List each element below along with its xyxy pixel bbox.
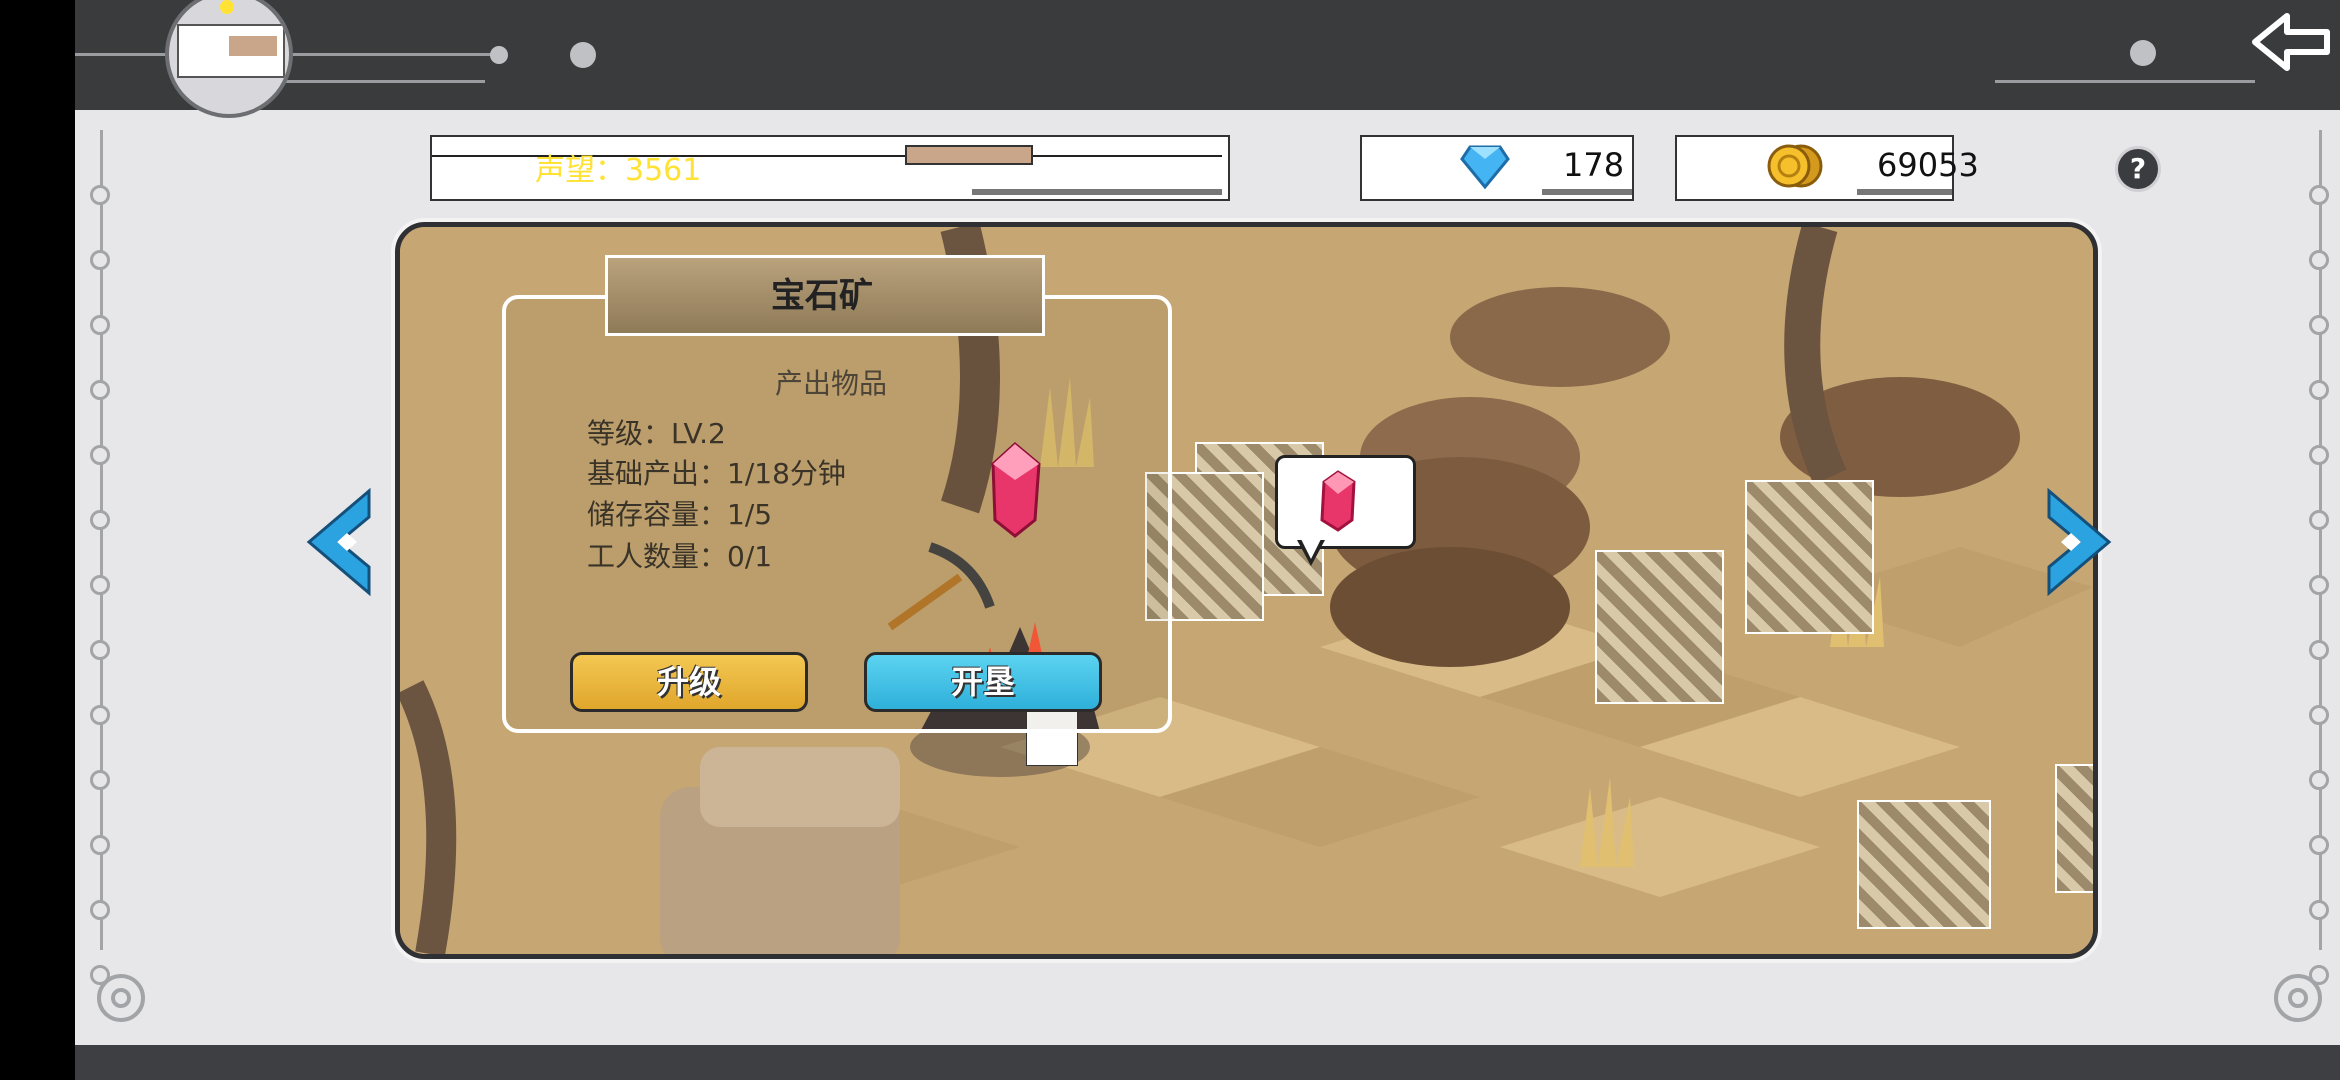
decor-dot: [570, 42, 596, 68]
base-output-text: 基础产出：1/18分钟: [587, 457, 846, 490]
game-screen: 声望：3561 178 69053 ? 宝石矿 产出物品 等级：LV.2 基础产…: [75, 0, 2340, 1080]
rail-circle: [2309, 250, 2329, 270]
ruby-icon: [991, 442, 1041, 538]
diamond-icon: [1460, 145, 1510, 189]
rail-circle: [90, 705, 110, 725]
glitch-line: [1542, 189, 1632, 195]
glitch-line: [972, 189, 1222, 195]
cultivate-button[interactable]: 开垦: [864, 652, 1102, 712]
gold-coin-icon: [1767, 144, 1823, 188]
notification-dot: [220, 0, 234, 14]
bubble-tail: [1300, 537, 1322, 559]
produce-bubble[interactable]: [1275, 455, 1416, 549]
right-arrow-icon[interactable]: [2045, 487, 2115, 597]
rail-circle: [90, 640, 110, 660]
player-avatar[interactable]: [165, 0, 293, 118]
rail-circle: [2309, 380, 2329, 400]
rail-circle: [2309, 575, 2329, 595]
glitch-pattern: [2055, 764, 2093, 893]
rail-circle: [90, 380, 110, 400]
decor-dot: [490, 46, 508, 64]
avatar-glitch: [229, 36, 277, 56]
glitch-pattern: [1595, 550, 1724, 704]
bottom-bar: [75, 1045, 2340, 1080]
rail-circle: [2309, 445, 2329, 465]
storage-text: 储存容量：1/5: [587, 498, 773, 531]
reputation-text: 声望：3561: [535, 153, 702, 188]
glitch-line: [1857, 189, 1952, 195]
rail-circle: [90, 185, 110, 205]
reputation-progress: [905, 145, 1033, 165]
top-bar: [75, 0, 2340, 118]
decor-line: [1995, 80, 2255, 83]
glitch-pattern: [1745, 480, 1874, 634]
rail-circle: [90, 250, 110, 270]
rail-circle: [2309, 770, 2329, 790]
building-title: 宝石矿: [771, 276, 873, 316]
decor-line: [275, 80, 485, 83]
workers-text: 工人数量：0/1: [587, 540, 773, 573]
rail-circle: [90, 315, 110, 335]
back-arrow-icon[interactable]: [2247, 6, 2337, 78]
diamond-count: 178: [1563, 146, 1625, 184]
rail-circle: [2309, 705, 2329, 725]
rail-circle: [90, 575, 110, 595]
level-text: 等级：LV.2: [587, 417, 726, 450]
glitch-pattern: [1857, 800, 1991, 929]
help-button[interactable]: ?: [2115, 146, 2161, 192]
rail-circle: [90, 835, 110, 855]
rail-circle: [2309, 835, 2329, 855]
decor-dot: [2130, 40, 2156, 66]
rail-circle: [2309, 510, 2329, 530]
produce-label: 产出物品: [775, 367, 888, 400]
rail-circle: [90, 770, 110, 790]
corner-gear-icon: [2274, 974, 2322, 1022]
rail-circle: [2309, 315, 2329, 335]
rail-circle: [2309, 900, 2329, 920]
left-arrow-icon[interactable]: [303, 487, 373, 597]
rail-circle: [90, 900, 110, 920]
ruby-icon: [1320, 470, 1356, 532]
rail-circle: [90, 445, 110, 465]
coin-count: 69053: [1877, 146, 1979, 184]
upgrade-button[interactable]: 升级: [570, 652, 808, 712]
rail-circle: [2309, 185, 2329, 205]
corner-gear-icon: [97, 974, 145, 1022]
rail-circle: [90, 510, 110, 530]
rail-circle: [2309, 640, 2329, 660]
